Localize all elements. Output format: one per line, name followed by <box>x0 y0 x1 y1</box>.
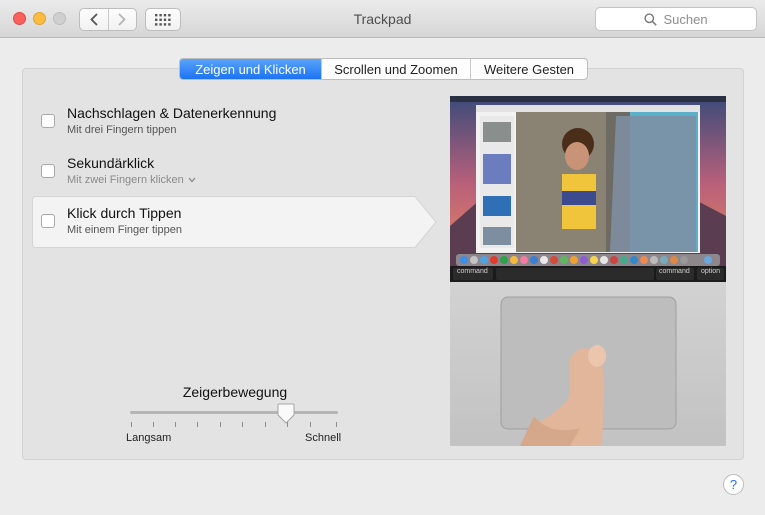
keyboard-key-command-left: command <box>457 268 488 275</box>
klick-durch-tippen-checkbox[interactable] <box>41 214 55 228</box>
slider-tick <box>220 422 221 427</box>
sekundaerklick-popup[interactable]: Mit zwei Fingern klicken <box>67 174 196 186</box>
tab-weitere-gesten[interactable]: Weitere Gesten <box>470 59 587 79</box>
search-placeholder: Suchen <box>663 11 708 27</box>
slider-max-label: Schnell <box>305 432 342 444</box>
option-sekundaerklick: Sekundärklick Mit zwei Fingern klicken <box>32 146 432 196</box>
slider-tick <box>310 422 311 427</box>
tracking-speed-thumb[interactable] <box>277 403 295 424</box>
tab-bar: Zeigen und Klicken Scrollen und Zoomen W… <box>179 58 588 80</box>
slider-tick <box>197 422 198 427</box>
slider-tick <box>242 422 243 427</box>
gesture-preview-image: command command option <box>450 96 726 446</box>
slider-tick <box>265 422 266 427</box>
option-title: Sekundärklick <box>67 155 155 171</box>
option-subtitle: Mit drei Fingern tippen <box>67 124 177 136</box>
title-bar: Trackpad Suchen <box>0 0 765 38</box>
help-button[interactable]: ? <box>723 474 744 495</box>
slider-tick <box>153 422 154 427</box>
selection-highlight <box>32 196 437 248</box>
slider-tick <box>336 422 337 427</box>
option-subtitle: Mit einem Finger tippen <box>67 224 182 236</box>
nachschlagen-checkbox[interactable] <box>41 114 55 128</box>
slider-min-label: Langsam <box>126 432 172 444</box>
option-nachschlagen: Nachschlagen & Datenerkennung Mit drei F… <box>32 96 432 146</box>
option-klick-durch-tippen[interactable]: Klick durch Tippen Mit einem Finger tipp… <box>32 196 437 248</box>
tab-zeigen-und-klicken[interactable]: Zeigen und Klicken <box>180 59 321 79</box>
option-title: Klick durch Tippen <box>67 205 182 221</box>
chevron-down-icon <box>188 177 196 183</box>
tracking-speed-slider[interactable] <box>130 411 338 414</box>
slider-tick <box>175 422 176 427</box>
search-icon <box>644 12 658 26</box>
tracking-speed-label: Zeigerbewegung <box>182 384 288 400</box>
search-field[interactable]: Suchen <box>595 7 757 31</box>
keyboard-key-command-right: command <box>659 268 690 275</box>
keyboard-key-option: option <box>701 268 721 275</box>
option-title: Nachschlagen & Datenerkennung <box>67 105 277 121</box>
sekundaerklick-checkbox[interactable] <box>41 164 55 178</box>
tab-scrollen-und-zoomen[interactable]: Scrollen und Zoomen <box>321 59 470 79</box>
option-subtitle: Mit zwei Fingern klicken <box>67 174 184 186</box>
slider-tick <box>131 422 132 427</box>
